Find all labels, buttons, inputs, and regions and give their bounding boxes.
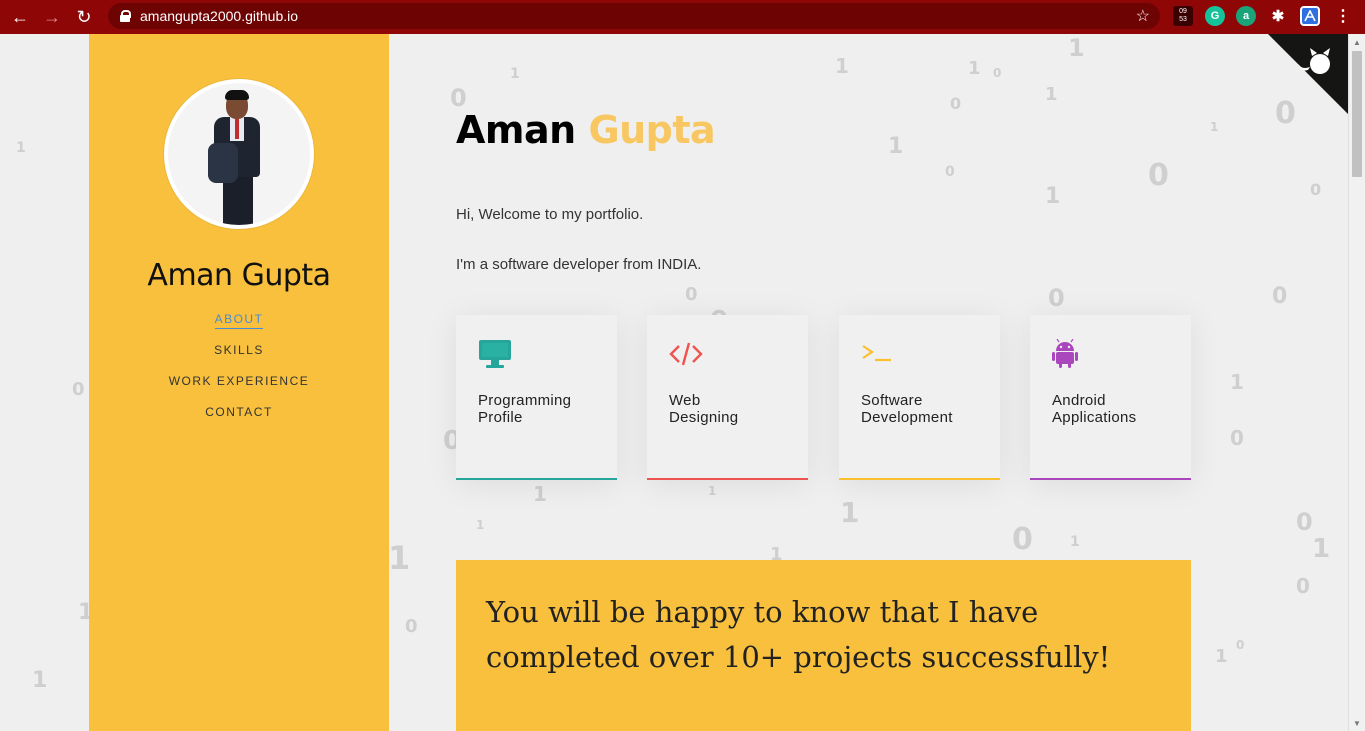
bg-digit: 1 [1215, 646, 1228, 667]
bg-digit: 1 [708, 484, 717, 498]
page-title: Aman Gupta [456, 108, 716, 152]
sidebar-menu: ABOUT SKILLS WORK EXPERIENCE CONTACT [89, 312, 389, 436]
clock-extension-icon[interactable]: 09 53 [1173, 6, 1193, 26]
card-accent-bar [1030, 478, 1191, 480]
address-bar[interactable]: amangupta2000.github.io ☆ [108, 3, 1160, 29]
bg-digit: 0 [993, 66, 1002, 80]
service-card-programming[interactable]: Programming Profile [456, 315, 617, 480]
sidebar-name: Aman Gupta [147, 258, 331, 293]
card-accent-bar [839, 478, 1000, 480]
profile-avatar [164, 79, 314, 229]
sidebar-item-work-experience: WORK EXPERIENCE [89, 374, 389, 405]
bg-digit: 1 [1045, 184, 1061, 209]
bg-digit: 0 [1048, 284, 1065, 312]
services-cards: Programming Profile Web Designing Software… [456, 315, 1191, 481]
bg-digit: 1 [388, 539, 411, 577]
bg-digit: 1 [1312, 534, 1331, 564]
clock-hour: 09 [1179, 8, 1187, 15]
projects-banner-text: You will be happy to know that I have co… [486, 595, 1111, 674]
scroll-thumb[interactable] [1352, 51, 1362, 177]
bg-digit: 0 [945, 164, 955, 180]
sidebar-link-contact[interactable]: CONTACT [205, 405, 273, 421]
bg-digit: 0 [1310, 180, 1322, 199]
bg-digit: 1 [32, 668, 48, 693]
service-card-android[interactable]: Android Applications [1030, 315, 1191, 480]
intro-welcome: Hi, Welcome to my portfolio. [456, 206, 644, 223]
service-card-software-development[interactable]: Software Development [839, 315, 1000, 480]
bg-digit: 1 [16, 140, 26, 156]
sidebar: Aman Gupta ABOUT SKILLS WORK EXPERIENCE … [89, 34, 389, 731]
bookmark-star-icon[interactable]: ☆ [1136, 6, 1150, 26]
card-accent-bar [647, 478, 808, 480]
code-icon [669, 342, 703, 366]
monitor-icon [479, 340, 511, 368]
lock-icon [120, 10, 131, 22]
bg-digit: 0 [1236, 638, 1245, 652]
reload-icon[interactable]: ↻ [68, 0, 100, 34]
sidebar-item-skills: SKILLS [89, 343, 389, 374]
forward-arrow-icon[interactable]: → [36, 0, 68, 34]
bg-digit: 1 [840, 496, 860, 529]
bg-digit: 0 [1012, 522, 1033, 557]
intro-developer: I'm a software developer from INDIA. [456, 256, 702, 273]
scroll-up-arrow-icon[interactable]: ▲ [1349, 34, 1365, 50]
bg-digit: 0 [1272, 284, 1288, 309]
bg-digit: 0 [1296, 508, 1313, 536]
card-label: Web Designing [669, 392, 739, 426]
bg-digit: 1 [1210, 120, 1219, 134]
bg-digit: 1 [1070, 534, 1080, 550]
bg-digit: 0 [685, 284, 698, 305]
bg-digit: 1 [510, 66, 520, 82]
back-arrow-icon[interactable]: ← [4, 0, 36, 34]
browser-toolbar: ← → ↻ amangupta2000.github.io ☆ 09 53 G … [0, 0, 1365, 34]
card-label: Programming Profile [478, 392, 572, 426]
sidebar-item-about: ABOUT [89, 312, 389, 343]
bg-digit: 0 [950, 94, 962, 113]
bg-digit: 1 [968, 58, 981, 79]
sidebar-item-contact: CONTACT [89, 405, 389, 436]
sidebar-link-about[interactable]: ABOUT [214, 312, 264, 329]
card-label: Android Applications [1052, 392, 1137, 426]
bg-digit: 0 [72, 379, 85, 400]
clock-minute: 53 [1179, 16, 1187, 23]
bg-digit: 1 [533, 482, 547, 506]
android-icon [1052, 339, 1078, 368]
service-card-web-designing[interactable]: Web Designing [647, 315, 808, 480]
browser-menu-icon[interactable]: ⋮ [1333, 6, 1353, 26]
bg-digit: 1 [476, 518, 485, 532]
bg-digit: 0 [1296, 574, 1310, 598]
projects-banner: You will be happy to know that I have co… [456, 560, 1191, 731]
sidebar-link-work-experience[interactable]: WORK EXPERIENCE [169, 374, 310, 390]
terminal-icon [862, 345, 891, 362]
url-text: amangupta2000.github.io [140, 8, 299, 24]
bg-digit: 1 [835, 54, 849, 78]
card-accent-bar [456, 478, 617, 480]
sidebar-link-skills[interactable]: SKILLS [214, 343, 264, 359]
title-first-name: Aman [456, 108, 576, 152]
scroll-down-arrow-icon[interactable]: ▼ [1349, 715, 1365, 731]
bg-digit: 1 [888, 134, 904, 159]
extensions-puzzle-icon[interactable]: ✱ [1268, 6, 1288, 26]
a-extension-icon[interactable]: a [1236, 6, 1256, 26]
github-corner-icon[interactable] [1268, 34, 1348, 114]
bg-digit: 0 [405, 616, 418, 637]
bg-digit: 0 [1230, 426, 1244, 450]
bg-digit: 0 [1148, 158, 1169, 193]
bg-digit: 1 [1068, 34, 1085, 62]
grammarly-extension-icon[interactable]: G [1205, 6, 1225, 26]
title-last-name: Gupta [588, 108, 716, 152]
app-extension-icon[interactable] [1300, 6, 1320, 26]
bg-digit: 1 [1230, 370, 1244, 394]
page-scrollbar[interactable]: ▲ ▼ [1348, 34, 1365, 731]
bg-digit: 1 [1045, 84, 1058, 105]
card-label: Software Development [861, 392, 953, 426]
